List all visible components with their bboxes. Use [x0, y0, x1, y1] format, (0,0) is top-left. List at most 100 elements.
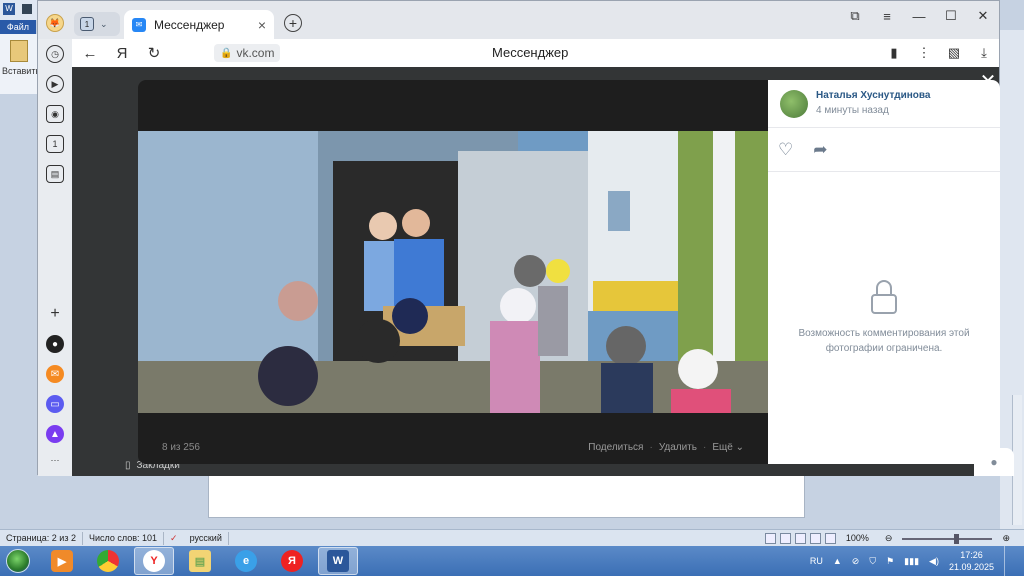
viewer-footer: 8 из 256 Поделиться · Удалить · Ещё ⌄ — [138, 430, 768, 464]
windows-logo-icon — [6, 549, 30, 573]
tray-expand-icon[interactable]: ▲ — [833, 556, 842, 566]
play-icon[interactable]: ▶ — [46, 75, 64, 93]
like-icon[interactable]: ♡ — [778, 140, 793, 160]
word-document-page[interactable] — [208, 472, 805, 518]
paste-button-label[interactable]: Вставить — [2, 66, 40, 76]
address-bar: ← Я ↻ 🔒 vk.com Мессенджер ▮ ⋮ ▧ ⤓ — [72, 39, 999, 67]
url-pill[interactable]: 🔒 vk.com — [214, 44, 281, 62]
clock-time: 17:26 — [960, 550, 983, 560]
tab-messenger[interactable]: ✉ Мессенджер × — [124, 10, 274, 39]
word-titlebar: W — [0, 0, 40, 20]
zoom-out-icon[interactable]: ⊖ — [879, 532, 899, 545]
status-word-count[interactable]: Число слов: 101 — [83, 531, 165, 545]
view-fullscreen-icon[interactable] — [779, 533, 791, 544]
chat-button[interactable]: ● — [974, 448, 1014, 476]
show-desktop-button[interactable] — [1004, 546, 1014, 576]
language-indicator[interactable]: RU — [810, 556, 823, 566]
taskbar-word[interactable]: W — [318, 547, 358, 575]
post-time[interactable]: 4 минуты назад — [816, 105, 930, 116]
bookmark-icon[interactable]: ▮ — [879, 39, 909, 67]
mail-icon[interactable]: ✉ — [46, 365, 64, 383]
start-button[interactable] — [0, 546, 36, 576]
tab-title: Мессенджер — [154, 17, 225, 32]
taskbar-chrome[interactable] — [88, 547, 128, 575]
reload-button[interactable]: ↻ — [140, 39, 168, 67]
tab-one-icon[interactable]: 1 — [46, 135, 64, 153]
minimize-button[interactable]: — — [903, 1, 935, 31]
tab-bar: 🦊 1 ⌄ ✉ Мессенджер × + ⧉ ≡ — ☐ ✕ — [38, 1, 999, 39]
history-icon[interactable]: ◷ — [46, 45, 64, 63]
browser-window: 🦊 1 ⌄ ✉ Мессенджер × + ⧉ ≡ — ☐ ✕ ◷ ▶ ◉ 1… — [37, 0, 1014, 476]
yandex-icon[interactable]: Я — [108, 39, 136, 67]
word-statusbar: Страница: 2 из 2 Число слов: 101 ✓ русск… — [0, 529, 1024, 546]
folder-icon: ▤ — [189, 550, 211, 572]
url-text: vk.com — [236, 46, 275, 60]
network-icon[interactable]: ▮▮▮ — [904, 556, 919, 567]
assistant-icon[interactable]: ▲ — [46, 425, 64, 443]
download-icon[interactable]: ⤓ — [969, 39, 999, 67]
new-tab-button[interactable]: + — [284, 14, 302, 32]
spellcheck-icon[interactable]: ✓ — [164, 532, 184, 545]
bookmark-outline-icon: ▯ — [125, 460, 131, 471]
browser-profile-icon[interactable]: 🦊 — [46, 14, 64, 32]
chevron-down-icon: ⌄ — [735, 441, 744, 453]
close-tab-icon[interactable]: × — [258, 17, 266, 33]
save-icon[interactable] — [22, 4, 32, 14]
author-name[interactable]: Наталья Хуснутдинова — [816, 90, 930, 101]
taskbar-ie[interactable]: e — [226, 547, 266, 575]
flag-icon[interactable]: ⚑ — [886, 556, 894, 567]
close-window-button[interactable]: ✕ — [967, 1, 999, 31]
word-ribbon: Вставить — [0, 34, 40, 94]
zoom-slider[interactable] — [902, 533, 993, 544]
share-icon[interactable]: ➦ — [813, 140, 827, 160]
view-outline-icon[interactable] — [809, 533, 821, 544]
extensions-icon[interactable]: ▧ — [939, 39, 969, 67]
lock-icon: 🔒 — [220, 47, 233, 59]
menu-icon[interactable]: ≡ — [871, 1, 903, 31]
view-print-layout-icon[interactable] — [764, 533, 776, 544]
system-tray: RU ▲ ⊘ ⛉ ⚑ ▮▮▮ ◀) 17:26 21.09.2025 — [810, 546, 1024, 576]
tab-group-counter[interactable]: 1 ⌄ — [74, 12, 120, 36]
paste-icon[interactable] — [10, 40, 28, 62]
taskbar-media-player[interactable]: ▶ — [42, 547, 82, 575]
zoom-in-icon[interactable]: ⊕ — [996, 532, 1016, 545]
zoom-level[interactable]: 100% — [840, 532, 875, 545]
close-viewer-button[interactable]: ✕ — [978, 72, 998, 93]
avatar[interactable] — [780, 90, 808, 118]
back-button[interactable]: ← — [76, 39, 104, 67]
zoom-slider-thumb[interactable] — [954, 533, 960, 544]
photo[interactable] — [138, 131, 768, 413]
word-file-tab[interactable]: Файл — [0, 20, 36, 34]
maximize-button[interactable]: ☐ — [935, 1, 967, 31]
photo-counter: 8 из 256 — [162, 441, 200, 453]
delete-action[interactable]: Удалить — [659, 442, 697, 453]
yandex-browser-icon: Y — [143, 550, 165, 572]
clock[interactable]: 17:26 21.09.2025 — [949, 549, 994, 573]
volume-icon[interactable]: ◀) — [929, 556, 939, 567]
taskbar-yandex[interactable]: Я — [272, 547, 312, 575]
status-page[interactable]: Страница: 2 из 2 — [0, 531, 83, 545]
messenger-icon[interactable]: ▭ — [46, 395, 64, 413]
comments-restricted: Возможность комментирования этой фотогра… — [768, 280, 1000, 356]
tab-manager-icon[interactable]: ⧉ — [839, 1, 871, 31]
screenshot-icon[interactable]: ◉ — [46, 105, 64, 123]
address-page-title[interactable]: Мессенджер — [492, 45, 568, 60]
collections-icon[interactable]: ▤ — [46, 165, 64, 183]
word-app-icon[interactable]: W — [3, 3, 15, 15]
status-language[interactable]: русский — [184, 531, 229, 545]
more-dots-icon[interactable]: ··· — [46, 451, 64, 469]
photo-image — [138, 131, 768, 413]
taskbar-explorer[interactable]: ▤ — [180, 547, 220, 575]
more-vertical-icon[interactable]: ⋮ — [909, 39, 939, 67]
more-action[interactable]: Ещё ⌄ — [712, 442, 744, 453]
alice-icon[interactable]: ● — [46, 335, 64, 353]
antivirus-icon[interactable]: ⊘ — [852, 556, 860, 567]
taskbar-yandex-browser[interactable]: Y — [134, 547, 174, 575]
shield-icon[interactable]: ⛉ — [869, 556, 876, 567]
share-action[interactable]: Поделиться — [588, 442, 643, 453]
add-panel-icon[interactable]: + — [46, 305, 64, 323]
view-draft-icon[interactable] — [824, 533, 836, 544]
lock-icon — [870, 280, 898, 314]
view-web-icon[interactable] — [794, 533, 806, 544]
browser-sidebar: ◷ ▶ ◉ 1 ▤ + ● ✉ ▭ ▲ ··· — [38, 39, 72, 476]
